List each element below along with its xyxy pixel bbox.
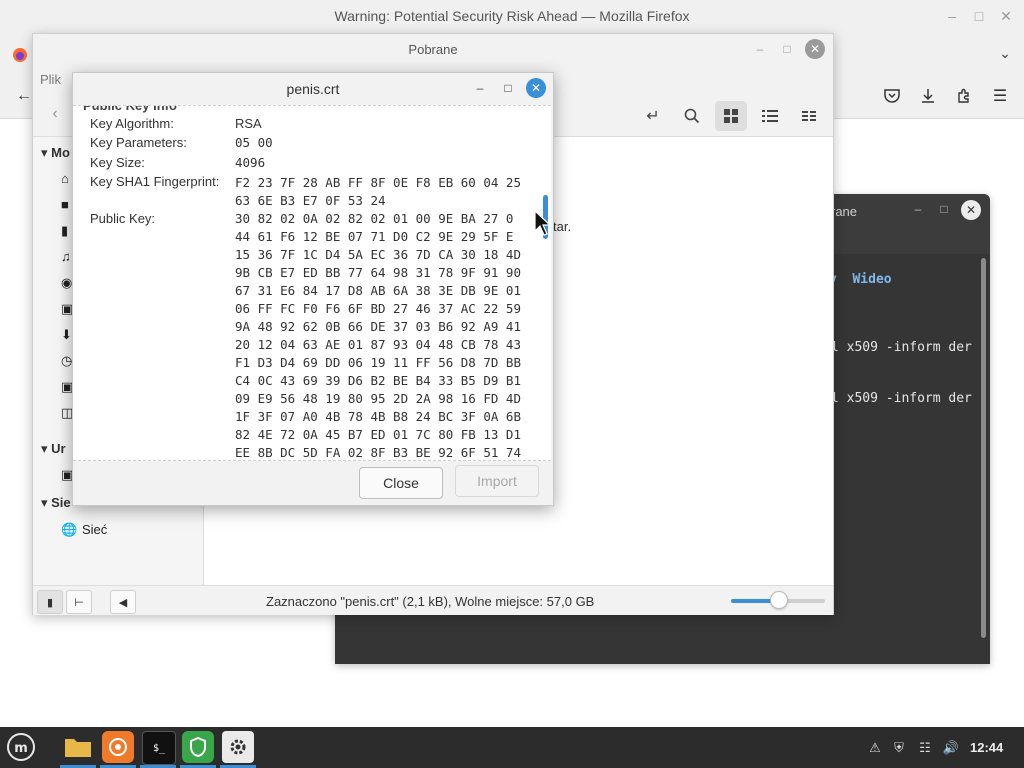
field-value: 4096 <box>235 155 266 170</box>
settings-gear-icon[interactable] <box>222 731 254 763</box>
extensions-icon[interactable] <box>952 84 976 108</box>
files-app-icon[interactable] <box>62 731 94 763</box>
public-key-line: 9A 48 92 62 0B 66 DE 37 03 B6 92 A9 41 <box>235 319 521 334</box>
dialog-minimize-button[interactable]: – <box>471 79 489 97</box>
file-manager-statusbar: ▮ ⊢ ◀ Zaznaczono "penis.crt" (2,1 kB), W… <box>33 585 833 615</box>
compact-view-icon[interactable] <box>793 101 825 131</box>
tree-toggle-button[interactable]: ⊢ <box>66 590 92 614</box>
firefox-close-button[interactable]: ✕ <box>996 6 1016 26</box>
public-key-line: 82 4E 72 0A 45 B7 ED 01 7C 80 FB 13 D1 <box>235 427 521 442</box>
search-icon[interactable] <box>676 101 708 131</box>
sidebar-section-header[interactable]: ▾ Mo <box>41 145 70 161</box>
file-manager-close-button[interactable]: ✕ <box>805 39 825 59</box>
firefox-titlebar: Warning: Potential Security Risk Ahead —… <box>0 0 1024 32</box>
section-header: Public Key Info <box>83 105 177 113</box>
certificate-details-pane[interactable]: Public Key Info Key Algorithm: RSA Key P… <box>73 105 551 461</box>
terminal-close-button[interactable]: ✕ <box>961 200 981 220</box>
chevron-down-icon[interactable]: ⌄ <box>994 42 1016 64</box>
terminal-maximize-button[interactable]: □ <box>935 200 953 218</box>
firefox-minimize-button[interactable]: – <box>942 6 962 26</box>
firefox-window-title: Warning: Potential Security Risk Ahead —… <box>334 8 690 24</box>
public-key-line: 30 82 02 0A 02 82 02 01 00 9E BA 27 0 <box>235 211 514 226</box>
import-button[interactable]: Import <box>455 465 539 497</box>
notification-icon[interactable]: ⚠ <box>866 739 884 757</box>
taskbar: m $_ ⚠ ⛨ ☷ 🔊 12:44 <box>0 727 1024 768</box>
terminal-scrollbar[interactable] <box>981 258 986 638</box>
clock[interactable]: 12:44 <box>970 740 1003 755</box>
public-key-line: F1 D3 D4 69 DD 06 19 11 FF 56 D8 7D BB <box>235 355 521 370</box>
terminal-line: l x509 -inform der <box>831 340 972 355</box>
terminal-line: l x509 -inform der <box>831 391 972 406</box>
firefox-app-icon[interactable] <box>102 731 134 763</box>
status-text: Zaznaczono "penis.crt" (2,1 kB), Wolne m… <box>266 594 595 609</box>
file-manager-maximize-button[interactable]: □ <box>778 40 796 58</box>
sidebar-toggle-button[interactable]: ◀ <box>110 590 136 614</box>
field-label: Key Size: <box>90 155 145 170</box>
firefox-maximize-button[interactable]: □ <box>969 6 989 26</box>
list-view-icon[interactable] <box>754 101 786 131</box>
download-icon[interactable] <box>916 84 940 108</box>
start-menu-icon[interactable]: m <box>5 731 37 763</box>
firefox-logo-icon <box>10 45 30 65</box>
menu-item-plik[interactable]: Plik <box>40 72 61 87</box>
field-label: Key Algorithm: <box>90 116 174 131</box>
shield-icon[interactable]: ⛨ <box>890 739 908 757</box>
terminal-app-icon[interactable]: $_ <box>142 731 176 765</box>
svg-text:m: m <box>14 741 28 756</box>
public-key-line: 67 31 E6 84 17 D8 AB 6A 38 3E DB 9E 01 <box>235 283 521 298</box>
public-key-line: 44 61 F6 12 BE 07 71 D0 C2 9E 29 5F E <box>235 229 514 244</box>
sidebar-item-network[interactable]: Sieć <box>82 522 107 537</box>
update-manager-shield-icon[interactable] <box>182 731 214 763</box>
public-key-line: 20 12 04 63 AE 01 87 93 04 48 CB 78 43 <box>235 337 521 352</box>
grid-view-icon[interactable] <box>715 101 747 131</box>
close-button[interactable]: Close <box>359 467 443 499</box>
sidebar-section-header[interactable]: ▾ Sie <box>41 495 71 511</box>
network-globe-icon[interactable]: 🌐 <box>61 522 77 537</box>
field-label: Public Key: <box>90 211 156 226</box>
dialog-close-icon-button[interactable]: ✕ <box>526 78 546 98</box>
public-key-line: C4 0C 43 69 39 D6 B2 BE B4 33 B5 D9 B1 <box>235 373 521 388</box>
file-manager-minimize-button[interactable]: – <box>751 40 769 58</box>
field-label: Key Parameters: <box>90 135 187 150</box>
back-arrow-icon[interactable]: ‹ <box>43 102 67 126</box>
dialog-maximize-button[interactable]: □ <box>499 79 517 97</box>
public-key-line: 15 36 7F 1C D4 5A EC 36 7D CA 30 18 4D <box>235 247 521 262</box>
file-label-fragment: tar. <box>553 219 572 234</box>
field-label: Key SHA1 Fingerprint: <box>90 174 220 189</box>
sidebar-section-header[interactable]: ▾ Ur <box>41 441 66 457</box>
volume-icon[interactable]: 🔊 <box>942 739 960 757</box>
terminal-minimize-button[interactable]: – <box>909 200 927 218</box>
network-icon[interactable]: ☷ <box>916 739 934 757</box>
file-manager-title: Pobrane <box>408 42 458 57</box>
public-key-line: 06 FF FC F0 F6 6F BD 27 46 37 AC 22 59 <box>235 301 521 316</box>
field-value: 05 00 <box>235 135 273 150</box>
zoom-slider-handle[interactable] <box>770 591 788 609</box>
terminal-bookmark-text: y Wideo <box>829 272 892 287</box>
field-value: RSA <box>235 116 262 131</box>
certificate-dialog: penis.crt – □ ✕ Public Key Info Key Algo… <box>72 72 554 506</box>
field-value: F2 23 7F 28 AB FF 8F 0E F8 EB 60 04 25 6… <box>235 175 521 208</box>
menu-icon[interactable]: ☰ <box>988 84 1012 108</box>
mouse-pointer-icon <box>534 209 552 236</box>
file-manager-titlebar: Pobrane – □ ✕ <box>33 34 833 64</box>
public-key-line: EE 8B DC 5D FA 02 8F B3 BE 92 6F 51 74 <box>235 445 521 460</box>
terminal-title: rane <box>831 204 858 219</box>
public-key-value: 30 82 02 0A 02 82 02 01 00 9E BA 27 0 44 … <box>235 210 545 460</box>
public-key-line: 09 E9 56 48 19 80 95 2D 2A 98 16 FD 4D <box>235 391 521 406</box>
pocket-icon[interactable] <box>880 84 904 108</box>
public-key-line: 1F 3F 07 A0 4B 78 4B B8 24 BC 3F 0A 6B <box>235 409 521 424</box>
path-toggle-icon[interactable]: ↵ <box>637 101 669 131</box>
public-key-line: 9B CB E7 ED BB 77 64 98 31 78 9F 91 90 <box>235 265 521 280</box>
places-toggle-button[interactable]: ▮ <box>37 590 63 614</box>
